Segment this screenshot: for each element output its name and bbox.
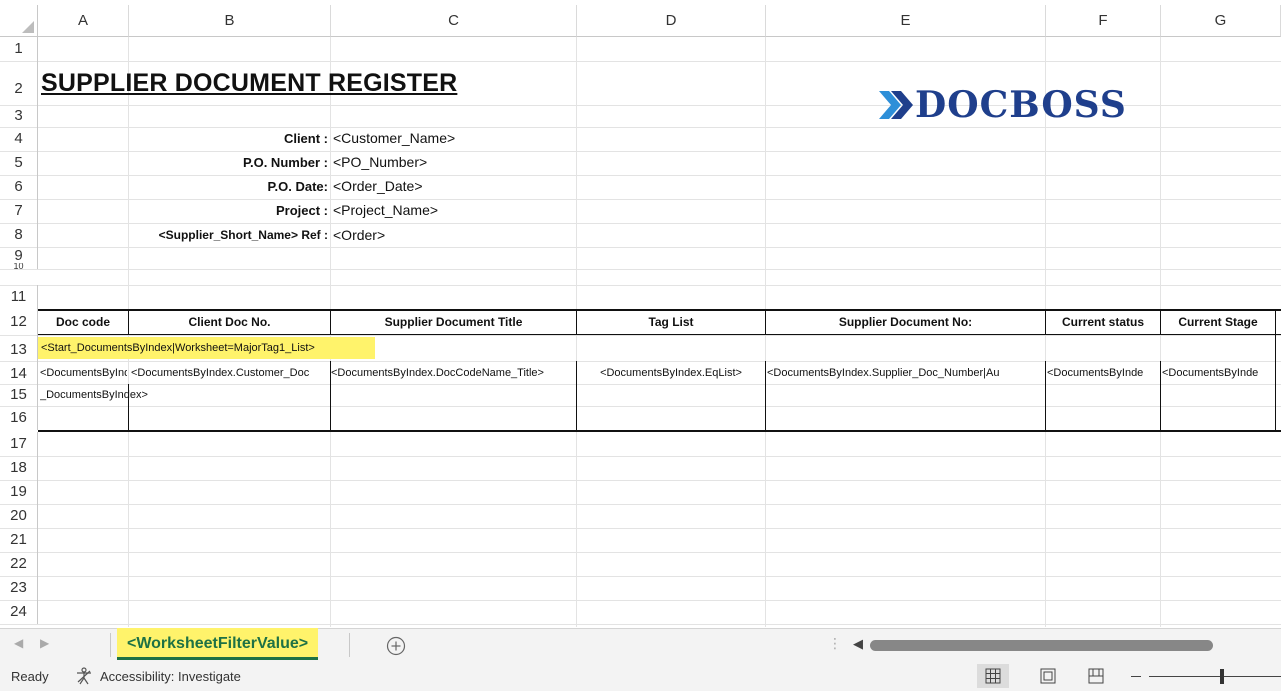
row-header[interactable]: 24 bbox=[0, 600, 38, 624]
row-header[interactable]: 1 bbox=[0, 37, 38, 61]
grid-view-icon bbox=[985, 668, 1001, 684]
accessibility-icon[interactable] bbox=[75, 667, 93, 685]
scroll-tabs-left-icon[interactable]: ◀ bbox=[14, 636, 23, 650]
logo-text: DOCBOSS bbox=[915, 84, 1127, 126]
row14-cell-c[interactable]: <DocumentsByIndex.DocCodeName_Title> bbox=[331, 362, 575, 384]
row14-cell-g[interactable]: <DocumentsByInde bbox=[1162, 362, 1274, 384]
page-break-preview-icon[interactable] bbox=[1088, 668, 1104, 684]
column-header-b[interactable]: B bbox=[129, 5, 331, 37]
info-label-project[interactable]: Project : bbox=[276, 203, 328, 218]
row-header[interactable]: 19 bbox=[0, 480, 38, 504]
row14-cell-d[interactable]: <DocumentsByIndex.EqList> bbox=[577, 362, 765, 384]
info-value-client[interactable]: <Customer_Name> bbox=[333, 130, 455, 146]
sheet-title[interactable]: SUPPLIER DOCUMENT REGISTER bbox=[41, 69, 457, 98]
info-label-supplier-ref[interactable]: <Supplier_Short_Name> Ref : bbox=[159, 228, 328, 242]
row13-start-tag-cell[interactable]: <Start_DocumentsByIndex|Worksheet=MajorT… bbox=[38, 337, 375, 359]
row-header[interactable]: 15 bbox=[0, 384, 38, 406]
row-header[interactable]: 6 bbox=[0, 175, 38, 199]
row-header[interactable]: 21 bbox=[0, 528, 38, 552]
row-header[interactable]: 2 bbox=[0, 61, 38, 105]
column-header-a[interactable]: A bbox=[38, 5, 129, 37]
accessibility-status[interactable]: Accessibility: Investigate bbox=[100, 669, 241, 684]
info-value-po-number[interactable]: <PO_Number> bbox=[333, 154, 427, 170]
row14-cell-f[interactable]: <DocumentsByInde bbox=[1047, 362, 1159, 384]
table-header-current-status[interactable]: Current status bbox=[1046, 310, 1160, 334]
column-header-f[interactable]: F bbox=[1046, 5, 1161, 37]
table-header-supplier-doc-no[interactable]: Supplier Document No: bbox=[766, 310, 1045, 334]
page-layout-icon[interactable] bbox=[1040, 668, 1056, 684]
row14-cell-e[interactable]: <DocumentsByIndex.Supplier_Doc_Number|Au bbox=[767, 362, 1044, 384]
table-header-supplier-doc-title[interactable]: Supplier Document Title bbox=[331, 310, 576, 334]
info-value-supplier-ref[interactable]: <Order> bbox=[333, 227, 385, 243]
column-header-e[interactable]: E bbox=[766, 5, 1046, 37]
row-header[interactable]: 8 bbox=[0, 223, 38, 247]
sheet-tab-bar: ◀ ▶ <WorksheetFilterValue> ⋮ ◀ bbox=[0, 628, 1281, 663]
column-header-g[interactable]: G bbox=[1161, 5, 1281, 37]
row-header[interactable]: 3 bbox=[0, 105, 38, 127]
sheet-tab-active[interactable]: <WorksheetFilterValue> bbox=[117, 628, 319, 660]
row-header[interactable]: 23 bbox=[0, 576, 38, 600]
select-all-corner[interactable] bbox=[0, 5, 38, 37]
table-header-current-stage[interactable]: Current Stage bbox=[1161, 310, 1275, 334]
row-header[interactable]: 13 bbox=[0, 335, 38, 361]
table-header-doc-code[interactable]: Doc code bbox=[38, 310, 128, 334]
row-header[interactable]: 9 bbox=[0, 247, 38, 264]
row15-end-tag-cell[interactable]: _DocumentsByIndex> bbox=[40, 384, 240, 406]
row-header[interactable]: 17 bbox=[0, 432, 38, 456]
scroll-tabs-right-icon[interactable]: ▶ bbox=[40, 636, 49, 650]
info-label-client[interactable]: Client : bbox=[284, 131, 328, 146]
row-header[interactable]: 10 bbox=[0, 263, 38, 269]
row-header[interactable]: 22 bbox=[0, 552, 38, 576]
info-value-po-date[interactable]: <Order_Date> bbox=[333, 178, 423, 194]
row-header[interactable]: 16 bbox=[0, 406, 38, 430]
zoom-slider-thumb[interactable] bbox=[1220, 669, 1224, 684]
column-header-d[interactable]: D bbox=[577, 5, 766, 37]
zoom-slider-track[interactable] bbox=[1149, 676, 1281, 677]
scroll-left-icon[interactable]: ◀ bbox=[853, 636, 863, 652]
row-header[interactable]: 11 bbox=[0, 285, 38, 309]
select-all-triangle-icon bbox=[22, 21, 34, 33]
info-label-po-number[interactable]: P.O. Number : bbox=[243, 155, 328, 170]
horizontal-scrollbar-thumb[interactable] bbox=[870, 640, 1213, 651]
row-header[interactable]: 7 bbox=[0, 199, 38, 223]
row14-cell-b[interactable]: <DocumentsByIndex.Customer_Doc bbox=[131, 362, 329, 384]
add-sheet-icon[interactable] bbox=[386, 636, 406, 656]
column-header-c[interactable]: C bbox=[331, 5, 577, 37]
table-header-tag-list[interactable]: Tag List bbox=[577, 310, 765, 334]
tab-splitter-handle[interactable]: ⋮ bbox=[828, 635, 842, 652]
row-header[interactable]: 5 bbox=[0, 151, 38, 175]
status-bar: Ready Accessibility: Investigate bbox=[0, 662, 1281, 691]
row-header[interactable]: 14 bbox=[0, 361, 38, 384]
row-header[interactable]: 20 bbox=[0, 504, 38, 528]
info-label-po-date[interactable]: P.O. Date: bbox=[268, 179, 328, 194]
info-value-project[interactable]: <Project_Name> bbox=[333, 202, 438, 218]
status-ready: Ready bbox=[11, 669, 49, 684]
zoom-out-icon[interactable] bbox=[1131, 676, 1141, 677]
row14-cell-a[interactable]: <DocumentsByIndex.Doc bbox=[40, 362, 127, 384]
row-header[interactable]: 18 bbox=[0, 456, 38, 480]
row-header[interactable]: 12 bbox=[0, 309, 38, 335]
normal-view-button[interactable] bbox=[977, 664, 1009, 688]
table-header-client-doc-no[interactable]: Client Doc No. bbox=[129, 310, 330, 334]
row-header[interactable]: 4 bbox=[0, 127, 38, 151]
